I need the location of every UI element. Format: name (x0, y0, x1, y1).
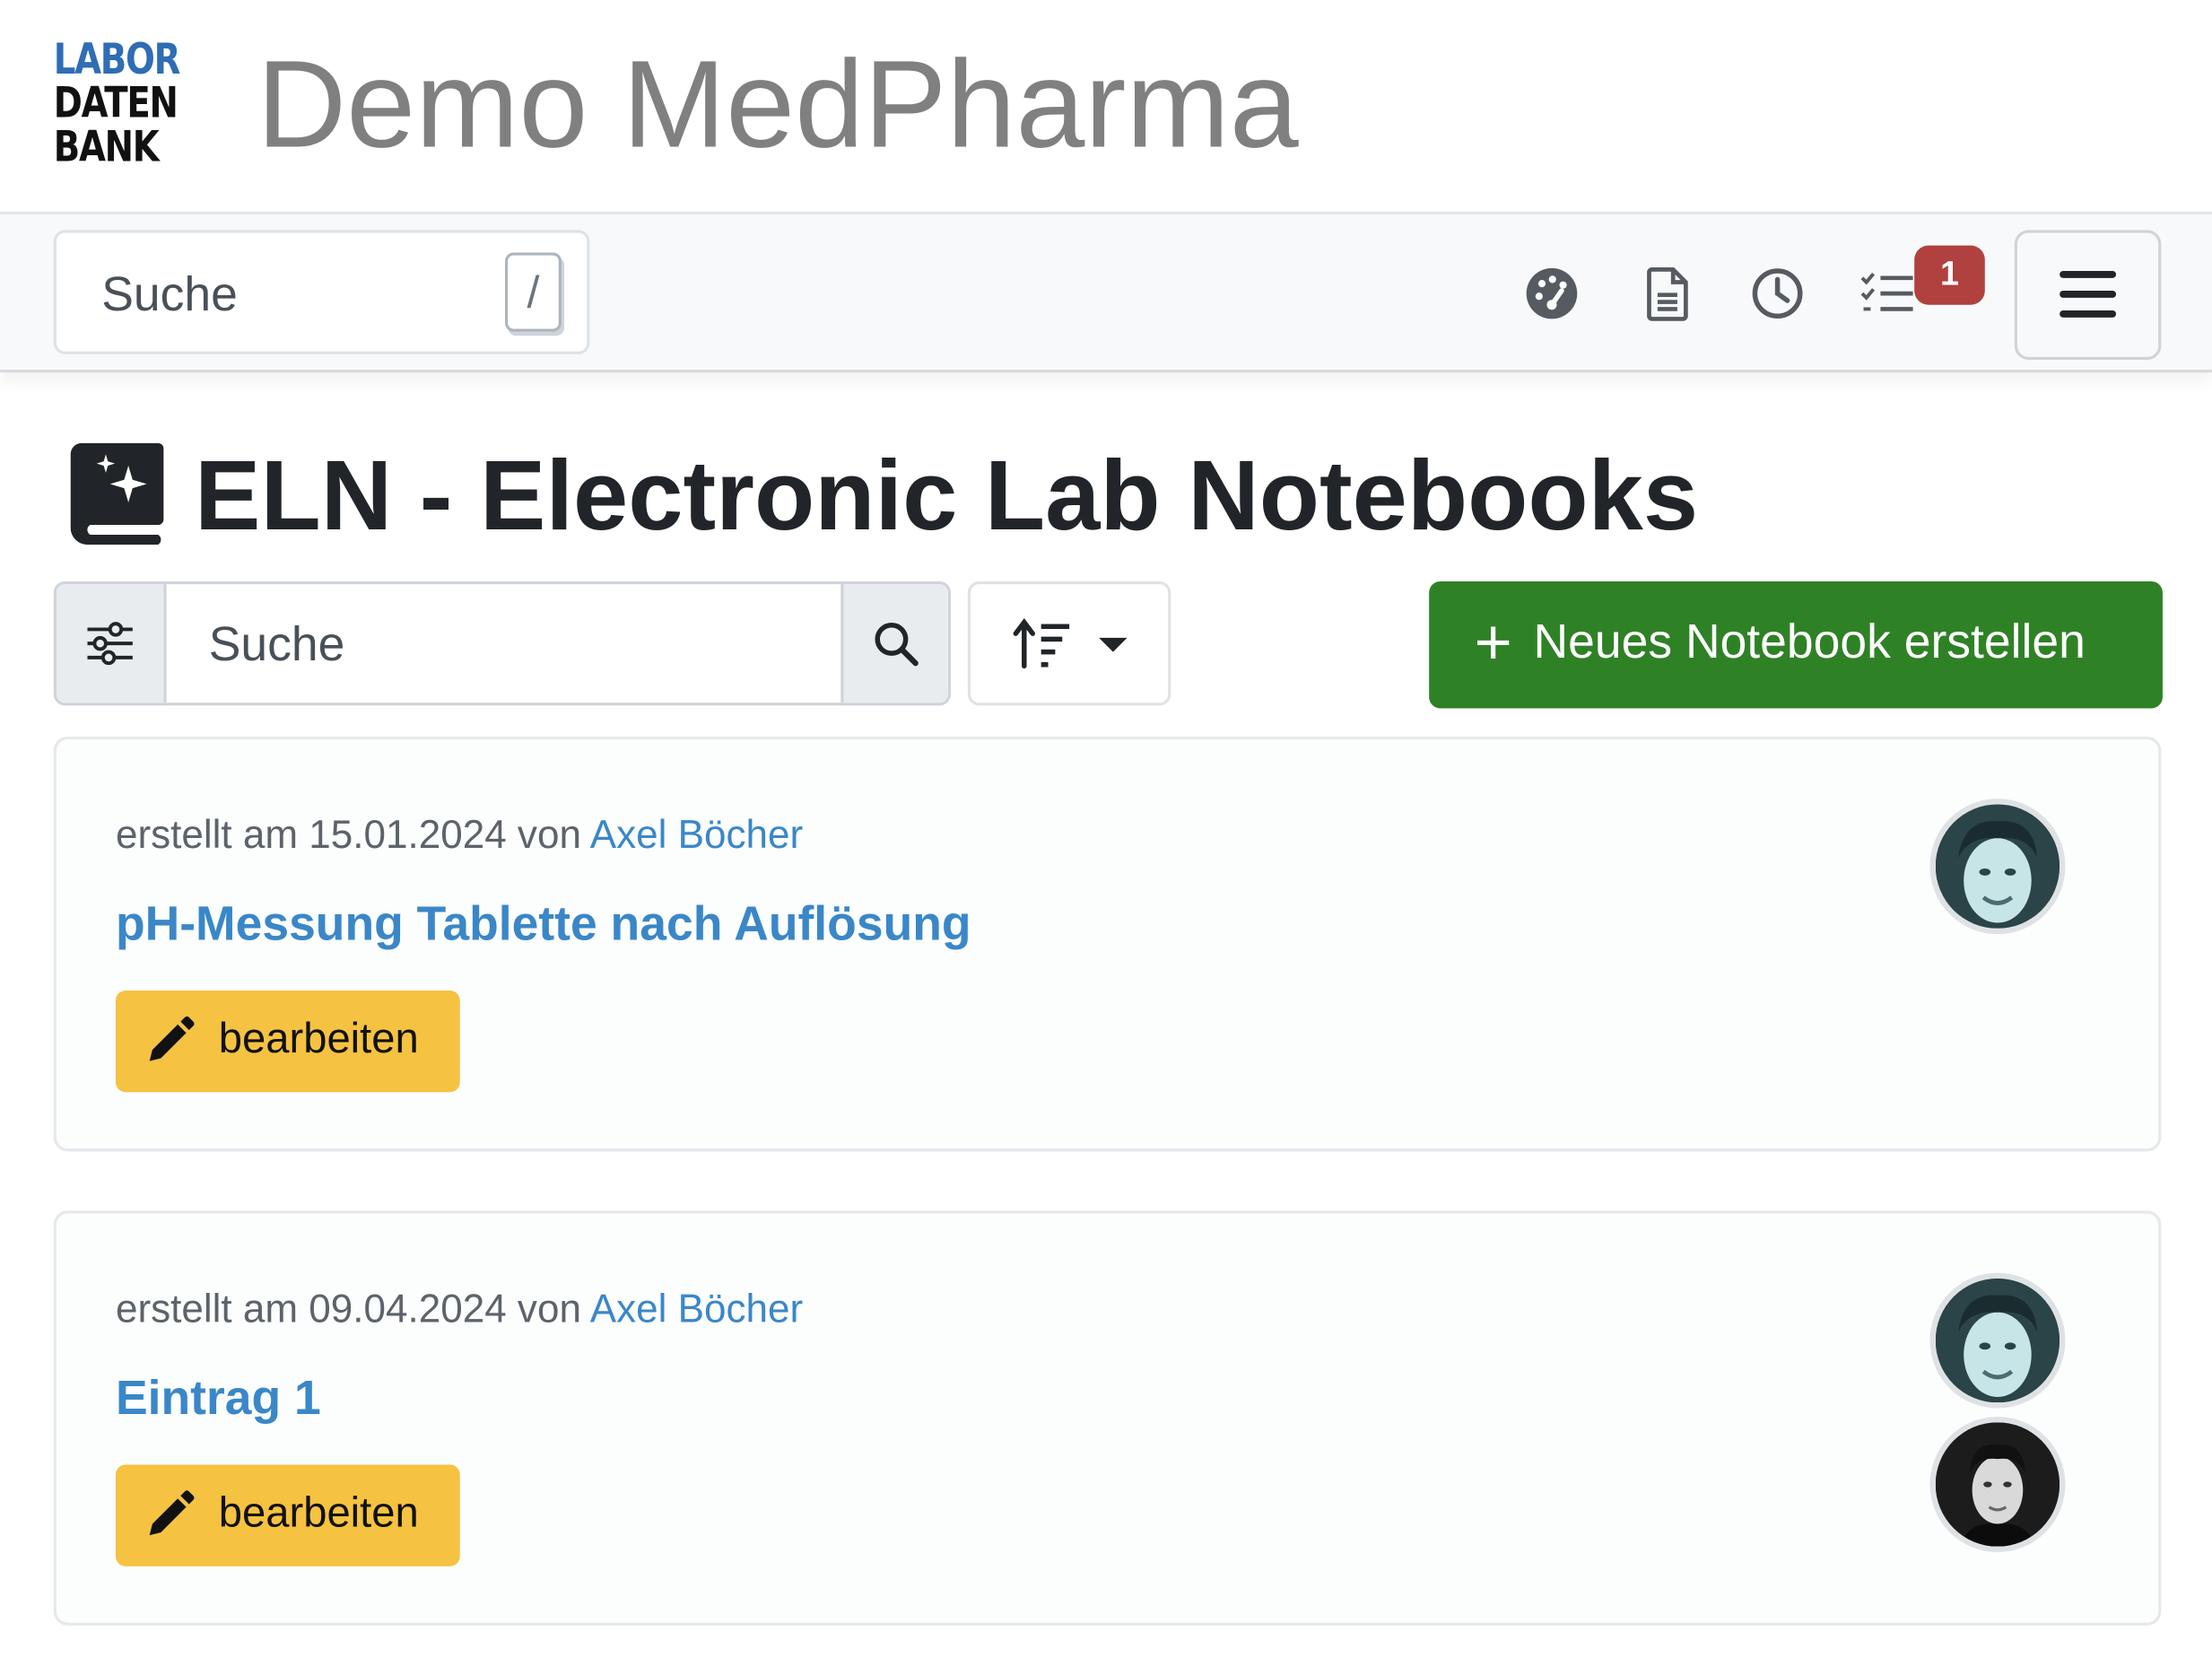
navbar: Suche / 1 (0, 211, 2212, 373)
plus-icon: + (1474, 605, 1512, 679)
hamburger-menu-icon-bar (2060, 310, 2117, 318)
notebook-filter-group: Suche (53, 580, 952, 706)
new-notebook-button[interactable]: + Neues Notebook erstellen (1429, 580, 2163, 709)
notebook-title-link[interactable]: pH-Messung Tablette nach Auflösung (116, 897, 971, 952)
labordatenbank-logo[interactable]: LABOR DATEN BANK (53, 35, 181, 172)
site-title: Demo MedPharma (257, 33, 1299, 174)
document-icon[interactable] (1639, 266, 1695, 322)
logo-line-1: LABOR (53, 35, 181, 85)
app-header: LABOR DATEN BANK Demo MedPharma (0, 0, 2212, 212)
notebook-meta: erstellt am 15.01.2024 von Axel Böcher (116, 813, 803, 858)
edit-button[interactable]: bearbeiten (115, 1464, 460, 1567)
logo-line-2: DATEN (53, 79, 179, 129)
created-info: erstellt am 15.01.2024 von (115, 812, 581, 857)
sliders-icon (87, 622, 133, 666)
hamburger-menu-icon-bar (2060, 290, 2117, 298)
dashboard-icon[interactable] (1524, 266, 1581, 322)
user-photo (1935, 804, 2060, 929)
edit-button-label: bearbeiten (218, 1016, 419, 1063)
tasks-count-badge: 1 (1914, 245, 1985, 305)
avatar[interactable] (1929, 1416, 2066, 1552)
new-notebook-label: Neues Notebook erstellen (1533, 615, 2086, 669)
pencil-icon (149, 1490, 195, 1536)
filter-settings-button[interactable] (56, 584, 167, 703)
avatar[interactable] (1929, 1272, 2066, 1409)
tasks-icon[interactable] (1859, 266, 1916, 322)
notebook-card: erstellt am 09.04.2024 von Axel Böcher E… (53, 1210, 2162, 1626)
notebook-title-link[interactable]: Eintrag 1 (116, 1372, 321, 1427)
hamburger-menu-icon (2060, 270, 2117, 278)
sort-ascending-icon (1013, 617, 1070, 669)
user-photo (1935, 1278, 2060, 1403)
global-search-input[interactable]: Suche / (53, 230, 590, 354)
search-icon (875, 622, 919, 667)
caret-down-icon (1099, 637, 1128, 652)
sort-dropdown-button[interactable] (967, 580, 1171, 706)
notebook-meta: erstellt am 09.04.2024 von Axel Böcher (116, 1287, 803, 1331)
clock-icon[interactable] (1749, 266, 1806, 322)
notebook-sparkle-icon (70, 442, 164, 546)
edit-button-label: bearbeiten (218, 1489, 419, 1537)
search-shortcut-key: / (505, 252, 562, 332)
edit-button[interactable]: bearbeiten (115, 991, 460, 1093)
global-search-placeholder: Suche (101, 267, 238, 322)
page-title: ELN - Electronic Lab Notebooks (195, 440, 1699, 551)
notebook-search-input[interactable]: Suche (209, 618, 345, 673)
user-photo (1935, 1422, 2060, 1547)
author-link[interactable]: Axel Böcher (590, 813, 803, 857)
search-submit-button[interactable] (840, 584, 948, 703)
pencil-icon (149, 1016, 195, 1061)
author-link[interactable]: Axel Böcher (590, 1287, 803, 1331)
notebook-card: erstellt am 15.01.2024 von Axel Böcher p… (53, 736, 2162, 1152)
logo-line-3: BANK (53, 122, 160, 172)
avatar[interactable] (1929, 799, 2066, 935)
created-info: erstellt am 09.04.2024 von (115, 1287, 581, 1331)
hamburger-menu-button[interactable] (2014, 230, 2162, 361)
